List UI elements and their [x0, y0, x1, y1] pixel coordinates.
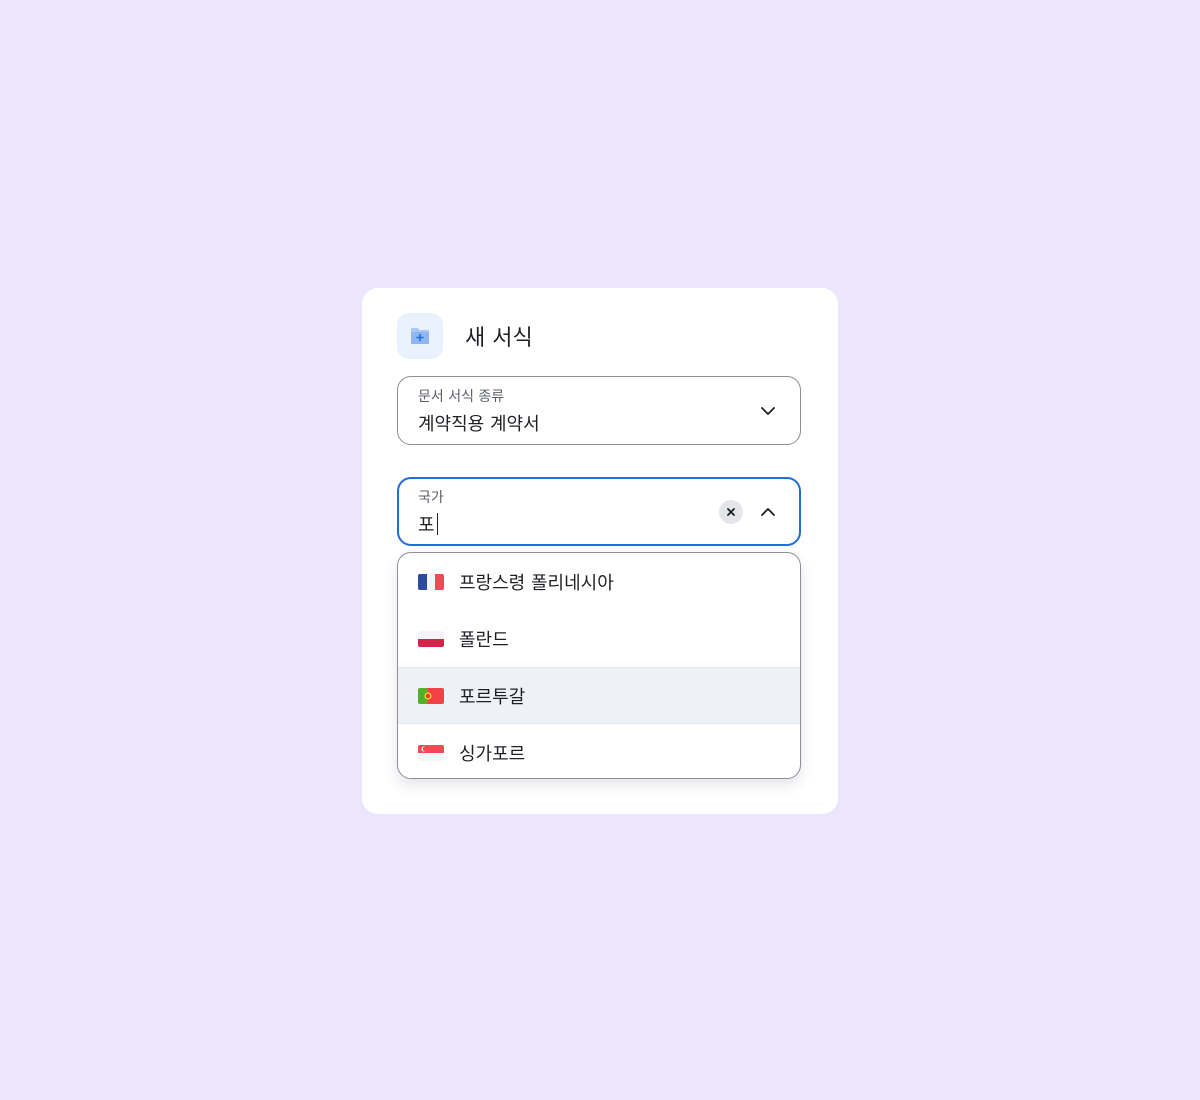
country-option-singapore[interactable]: 싱가포르 — [398, 724, 800, 778]
country-option-french-polynesia[interactable]: 프랑스령 폴리네시아 — [398, 553, 800, 610]
country-option-label: 프랑스령 폴리네시아 — [459, 572, 614, 594]
text-cursor — [436, 513, 439, 535]
country-option-label: 포르투갈 — [459, 686, 526, 708]
country-option-poland[interactable]: 폴란드 — [398, 610, 800, 667]
flag-portugal-icon — [418, 687, 444, 704]
chevron-down-icon[interactable] — [758, 401, 778, 421]
country-combobox[interactable]: 국가 포 — [397, 477, 801, 546]
country-option-label: 폴란드 — [459, 629, 509, 651]
dialog-header: 새 서식 — [397, 313, 533, 359]
document-type-label: 문서 서식 종류 — [418, 389, 505, 405]
new-form-dialog: 새 서식 문서 서식 종류 계약직용 계약서 국가 포 프랑스령 폴리네시아 폴… — [362, 288, 838, 814]
new-folder-icon — [397, 313, 443, 359]
country-label: 국가 — [418, 490, 444, 506]
clear-icon[interactable] — [719, 500, 743, 524]
country-search-input[interactable]: 포 — [418, 511, 439, 537]
flag-singapore-icon — [418, 744, 444, 761]
document-type-select[interactable]: 문서 서식 종류 계약직용 계약서 — [397, 376, 801, 445]
country-option-label: 싱가포르 — [459, 743, 526, 765]
document-type-value: 계약직용 계약서 — [418, 414, 540, 435]
flag-france-icon — [418, 573, 444, 590]
country-input-text: 포 — [418, 515, 435, 536]
flag-poland-icon — [418, 630, 444, 647]
country-option-portugal[interactable]: 포르투갈 — [398, 667, 800, 724]
chevron-up-icon[interactable] — [758, 502, 778, 522]
country-options-list: 프랑스령 폴리네시아 폴란드 포르투갈 싱가포르 — [397, 552, 801, 779]
dialog-title: 새 서식 — [465, 326, 533, 351]
